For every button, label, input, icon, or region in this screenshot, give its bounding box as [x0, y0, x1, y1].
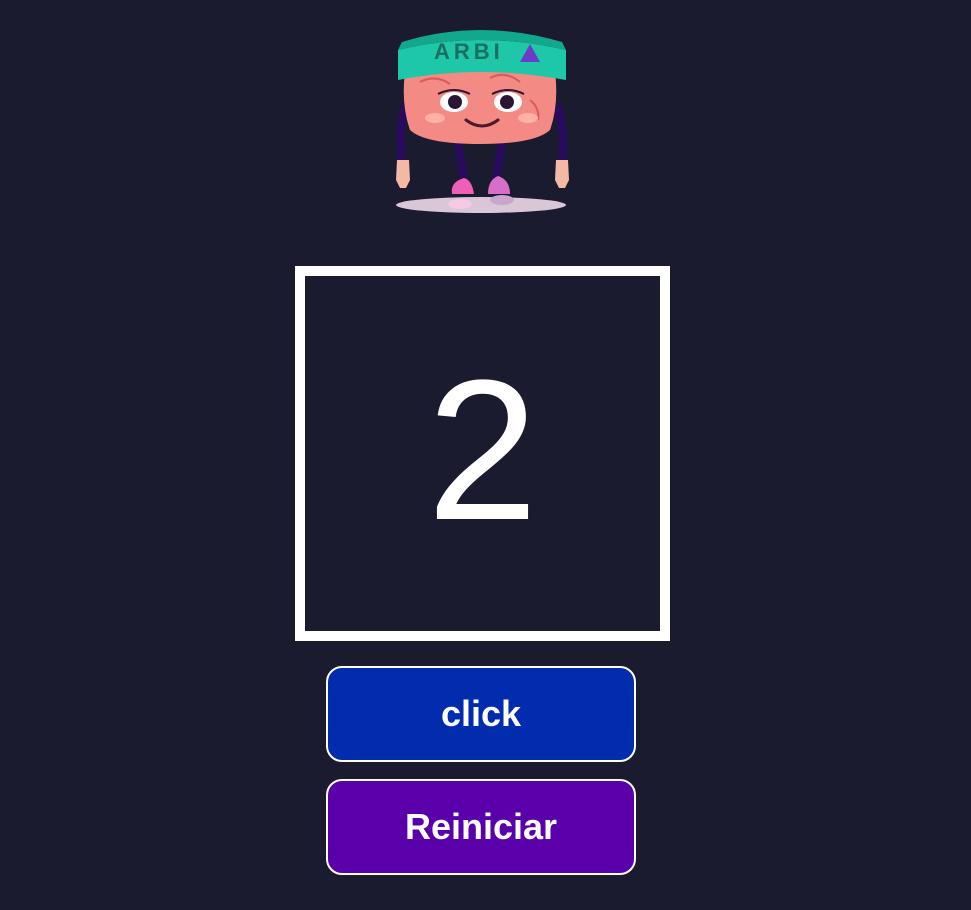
brain-mascot-icon: ARBI [380, 12, 580, 222]
headband-text: ARBI [434, 39, 504, 64]
counter-value: 2 [426, 338, 539, 562]
app-page: ARBI 2 click Reiniciar [0, 0, 971, 910]
click-button[interactable]: click [326, 666, 636, 762]
counter-display: 2 [295, 266, 670, 641]
reset-button[interactable]: Reiniciar [326, 779, 636, 875]
